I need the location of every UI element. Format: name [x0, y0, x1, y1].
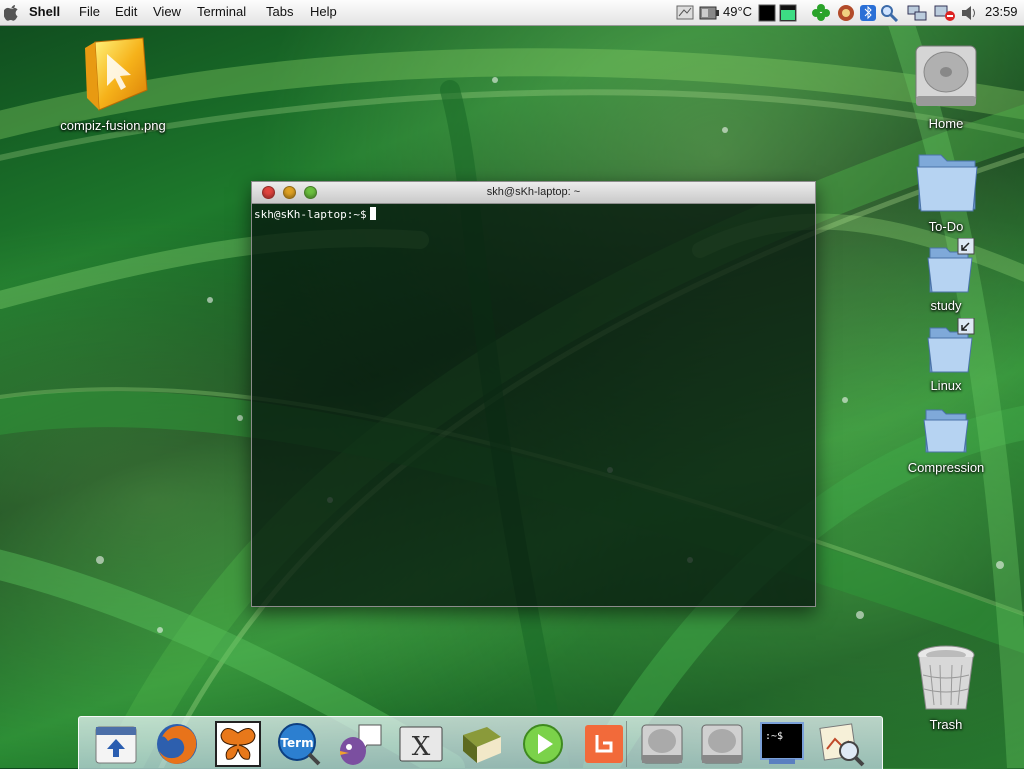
menu-terminal[interactable]: Terminal [197, 4, 246, 19]
app-name-menu[interactable]: Shell [29, 4, 60, 19]
svg-text::~$: :~$ [765, 731, 783, 742]
term-icon[interactable]: Term [276, 721, 322, 767]
butterfly-icon[interactable] [215, 721, 261, 767]
desktop-icon-linux[interactable]: Linux [901, 317, 991, 393]
image-file-icon [85, 37, 148, 111]
package-manager-icon[interactable] [836, 3, 856, 22]
show-desktop-icon[interactable] [93, 721, 139, 767]
battery-icon[interactable] [698, 3, 720, 22]
cpu-temperature[interactable]: 49°C [723, 4, 752, 19]
apple-menu-icon[interactable] [4, 4, 20, 21]
svg-text:X: X [412, 732, 431, 762]
bluetooth-icon[interactable] [859, 3, 877, 22]
terminal-title: skh@sKh-laptop: ~ [486, 186, 581, 198]
image-viewer-icon[interactable] [819, 721, 865, 767]
folder-alias-icon [927, 237, 975, 293]
dock-separator [626, 721, 627, 767]
terminal-title-bar[interactable]: skh@sKh-laptop: ~ [252, 182, 815, 204]
terminal-window[interactable]: skh@sKh-laptop: ~ skh@sKh-laptop:~$ [251, 181, 816, 607]
menu-view[interactable]: View [153, 4, 181, 19]
desktop-icon-compiz-fusion[interactable]: compiz-fusion.png [48, 34, 178, 133]
desktop-icon-label: Compression [907, 460, 985, 475]
menu-edit[interactable]: Edit [115, 4, 137, 19]
desktop-icon-home[interactable]: Home [901, 38, 991, 131]
menu-help[interactable]: Help [310, 4, 337, 19]
x-chat-icon[interactable]: X [398, 721, 444, 767]
desktop-icon-study[interactable]: study [901, 237, 991, 313]
desktop-icon-label: Trash [929, 717, 963, 732]
network-icon[interactable] [906, 3, 928, 22]
text-cursor [369, 207, 376, 220]
terminal-icon[interactable]: :~$ [759, 721, 805, 767]
screenlet-icon[interactable] [581, 721, 627, 767]
network-disconnected-icon[interactable] [933, 3, 957, 22]
network-monitor-icon[interactable] [676, 3, 694, 22]
pidgin-chat-icon[interactable] [337, 721, 383, 767]
menu-bar: Shell File Edit View Terminal Tabs Help … [0, 0, 1024, 26]
svg-text:Term: Term [280, 736, 313, 750]
desktop-icon-trash[interactable]: Trash [906, 643, 986, 732]
media-player-icon[interactable] [520, 721, 566, 767]
desktop-icon-label: compiz-fusion.png [60, 118, 166, 133]
drive-icon[interactable] [699, 721, 745, 767]
volume-icon[interactable] [960, 3, 980, 22]
trash-icon [917, 645, 975, 710]
desktop-icon-compression[interactable]: Compression [891, 404, 1001, 475]
drive-icon[interactable] [639, 721, 685, 767]
desktop-icon-label: study [930, 298, 962, 313]
search-icon[interactable] [879, 3, 899, 22]
folder-icon [916, 154, 978, 212]
menu-file[interactable]: File [79, 4, 100, 19]
terminal-content[interactable]: skh@sKh-laptop:~$ [252, 204, 815, 606]
prompt-text: skh@sKh-laptop:~$ [254, 208, 367, 221]
clock[interactable]: 23:59 [985, 4, 1018, 19]
terminal-prompt: skh@sKh-laptop:~$ [254, 207, 376, 221]
system-monitor-icon[interactable] [758, 3, 776, 22]
memory-monitor-icon[interactable] [779, 3, 797, 22]
desktop-icon-label: To-Do [928, 219, 964, 234]
folder-alias-icon [927, 317, 975, 373]
menu-tabs[interactable]: Tabs [266, 4, 293, 19]
folder-icon [923, 409, 969, 453]
dock: Term X :~$ [78, 716, 883, 769]
desktop-icon-label: Home [928, 116, 964, 131]
hard-drive-icon [915, 45, 977, 106]
desktop-icon-label: Linux [930, 378, 962, 393]
desktop-icon-todo[interactable]: To-Do [901, 145, 991, 234]
clover-icon[interactable] [811, 3, 831, 22]
firefox-icon[interactable] [154, 721, 200, 767]
book-icon[interactable] [459, 721, 505, 767]
